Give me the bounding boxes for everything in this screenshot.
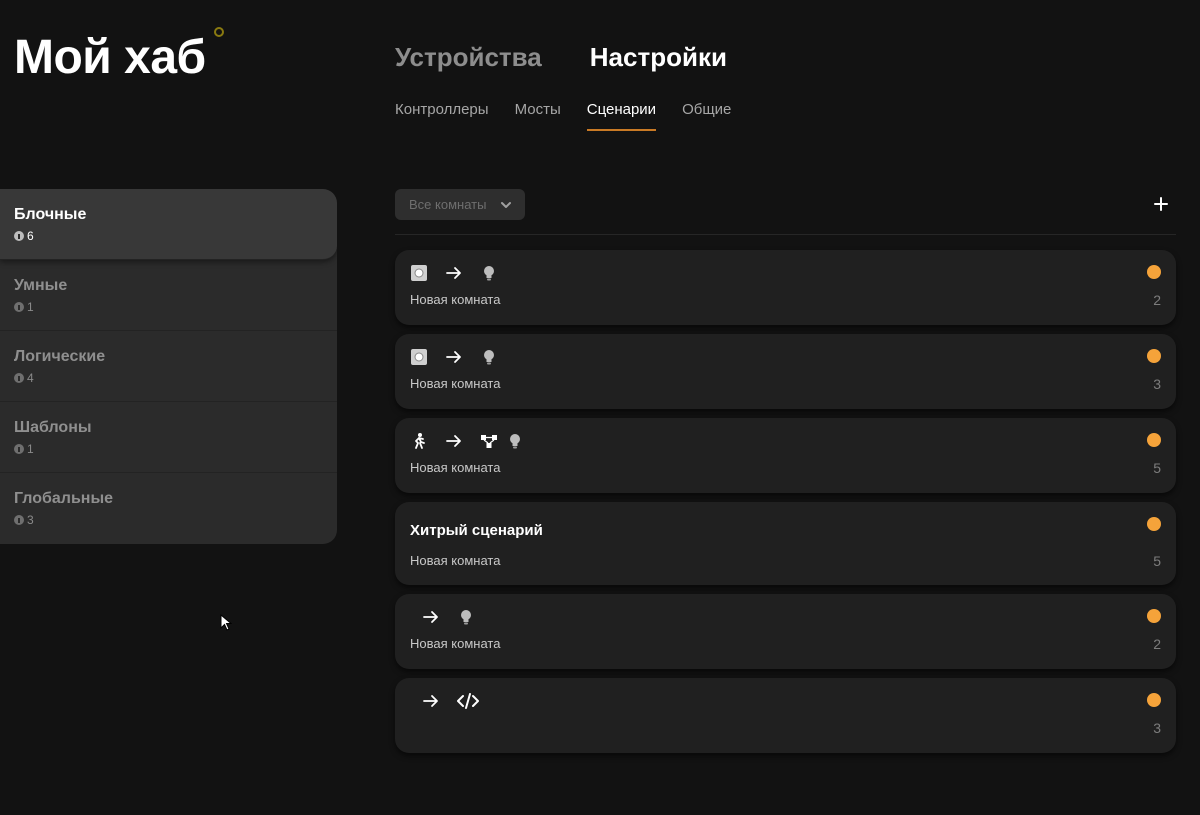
scenario-count: 2 — [1153, 292, 1161, 308]
scenario-count: 3 — [1153, 720, 1161, 736]
sidebar-item-count: 6 — [27, 229, 34, 243]
sidebar-item-label: Умные — [14, 277, 68, 294]
sidebar-item-count: 1 — [27, 300, 34, 314]
scenario-count: 5 — [1153, 553, 1161, 569]
status-indicator-icon — [1147, 517, 1161, 531]
room-filter-label: Все комнаты — [409, 197, 487, 212]
sidebar-item-smart[interactable]: Умные 1 — [0, 260, 337, 331]
group-icon — [481, 435, 497, 448]
arrow-right-icon — [446, 351, 461, 363]
sidebar-item-label: Логические — [14, 348, 106, 365]
sidebar-item-count: 3 — [27, 513, 34, 527]
connection-status-icon — [214, 27, 224, 37]
scenario-flow — [410, 348, 498, 366]
info-icon — [14, 373, 24, 383]
subtab-general[interactable]: Общие — [682, 101, 731, 131]
scenario-count: 3 — [1153, 376, 1161, 392]
sidebar-item-global[interactable]: Глобальные 3 — [0, 473, 337, 544]
scenario-count: 5 — [1153, 460, 1161, 476]
arrow-right-icon — [446, 435, 461, 447]
scenario-card[interactable]: Хитрый сценарий Новая комната 5 — [395, 502, 1176, 585]
scenario-room: Новая комната — [410, 460, 501, 475]
arrow-right-icon — [423, 695, 438, 707]
scenario-card[interactable]: 3 — [395, 678, 1176, 753]
scenario-flow — [410, 432, 524, 450]
sidebar-item-label: Блочные — [14, 206, 87, 223]
app-window: Мой хаб Устройства Настройки Контроллеры… — [0, 0, 1200, 815]
sidebar-item-count: 4 — [27, 371, 34, 385]
scenario-name: Хитрый сценарий — [410, 522, 543, 539]
info-icon — [14, 231, 24, 241]
sidebar-item-count-row: 4 — [14, 371, 323, 385]
sidebar-item-count-row: 3 — [14, 513, 323, 527]
scenario-type-sidebar: Блочные 6 Умные 1 Логические 4 Шаблоны 1… — [0, 189, 337, 544]
scenario-room: Новая комната — [410, 376, 501, 391]
sidebar-item-templates[interactable]: Шаблоны 1 — [0, 402, 337, 473]
lightbulb-icon — [461, 610, 471, 625]
scenario-room: Новая комната — [410, 292, 501, 307]
scenario-list: Новая комната 2 Новая комната 3 Новая ко… — [395, 250, 1176, 762]
scenario-room: Новая комната — [410, 553, 501, 568]
status-indicator-icon — [1147, 349, 1161, 363]
scenario-card[interactable]: Новая комната 3 — [395, 334, 1176, 409]
status-indicator-icon — [1147, 433, 1161, 447]
scenario-card[interactable]: Новая комната 5 — [395, 418, 1176, 493]
sidebar-item-count: 1 — [27, 442, 34, 456]
status-indicator-icon — [1147, 609, 1161, 623]
sidebar-item-count-row: 1 — [14, 300, 323, 314]
lightbulb-icon — [484, 266, 494, 281]
subtab-controllers[interactable]: Контроллеры — [395, 101, 489, 131]
status-indicator-icon — [1147, 693, 1161, 707]
sidebar-item-logical[interactable]: Логические 4 — [0, 331, 337, 402]
scenario-card[interactable]: Новая комната 2 — [395, 594, 1176, 669]
sidebar-item-label: Глобальные — [14, 490, 114, 507]
tab-devices[interactable]: Устройства — [395, 42, 542, 73]
subtab-scenarios[interactable]: Сценарии — [586, 101, 657, 131]
status-indicator-icon — [1147, 265, 1161, 279]
button-icon — [411, 349, 427, 365]
scenario-flow — [410, 264, 498, 282]
sidebar-item-label: Шаблоны — [14, 419, 92, 436]
app-title: Мой хаб — [14, 31, 206, 84]
add-scenario-button[interactable] — [1151, 194, 1171, 214]
tab-settings[interactable]: Настройки — [590, 42, 727, 73]
arrow-right-icon — [423, 611, 438, 623]
scenario-flow — [422, 608, 475, 626]
divider — [395, 234, 1176, 235]
lightbulb-icon — [510, 434, 520, 449]
room-filter-dropdown[interactable]: Все комнаты — [395, 189, 525, 220]
chevron-down-icon — [501, 201, 511, 208]
motion-sensor-icon — [415, 433, 425, 449]
sidebar-item-count-row: 6 — [14, 229, 323, 243]
info-icon — [14, 515, 24, 525]
info-icon — [14, 302, 24, 312]
info-icon — [14, 444, 24, 454]
scenario-flow — [422, 692, 479, 710]
section-tabs: Устройства Настройки — [395, 42, 727, 73]
sidebar-item-count-row: 1 — [14, 442, 323, 456]
button-icon — [411, 265, 427, 281]
settings-sub-tabs: Контроллеры Мосты Сценарии Общие — [395, 101, 731, 131]
subtab-bridges[interactable]: Мосты — [515, 101, 561, 131]
plus-icon — [1154, 197, 1168, 211]
sidebar-item-block[interactable]: Блочные 6 — [0, 189, 337, 260]
scenario-count: 2 — [1153, 636, 1161, 652]
lightbulb-icon — [484, 350, 494, 365]
scenario-card[interactable]: Новая комната 2 — [395, 250, 1176, 325]
code-icon — [457, 693, 479, 709]
arrow-right-icon — [446, 267, 461, 279]
mouse-cursor-icon — [220, 614, 232, 631]
scenario-room: Новая комната — [410, 636, 501, 651]
